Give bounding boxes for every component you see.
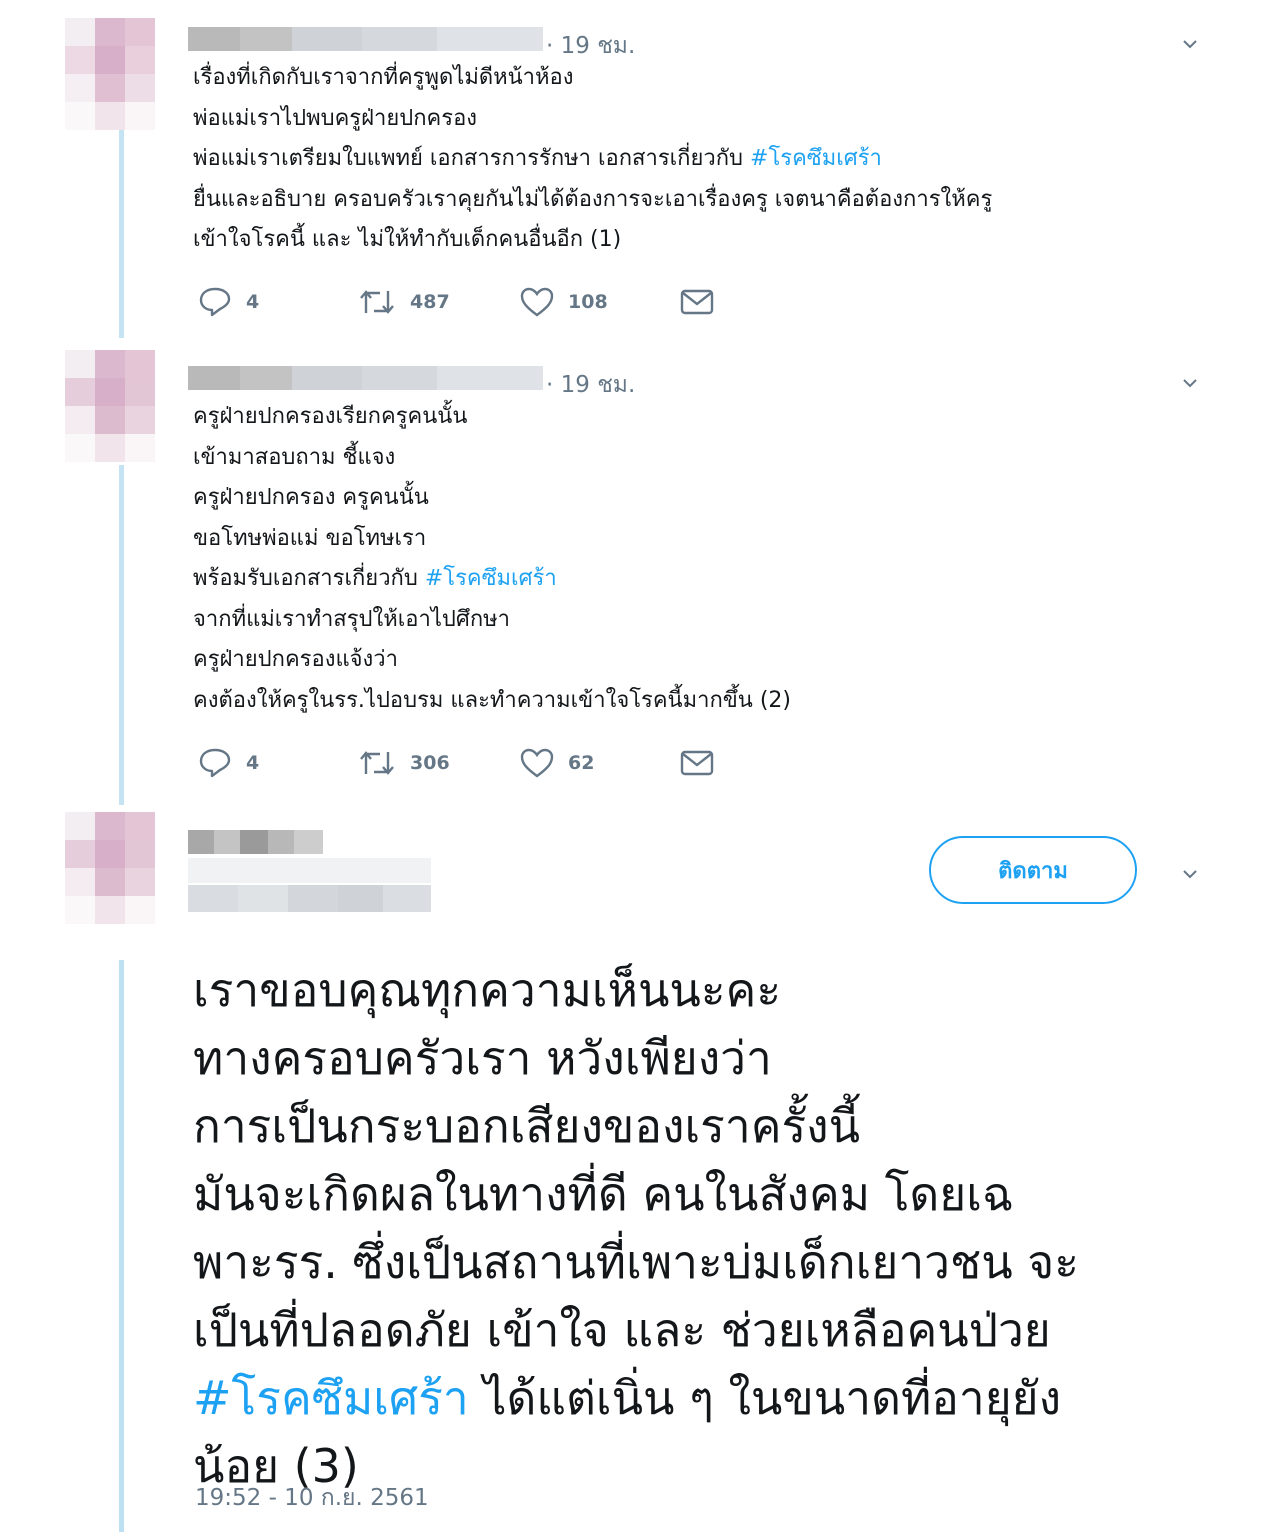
author-handle-blurred[interactable] [188,858,431,883]
retweet-button[interactable]: 306 [358,748,520,778]
hashtag-link[interactable]: #โรคซึมเศร้า [193,1371,469,1425]
thread-connector [119,128,124,338]
tweet-actions: 4 306 62 [198,747,714,779]
heart-icon [520,287,554,317]
tweet-text: ครูฝ่ายปกครองเรียกครูคนนั้น เข้ามาสอบถาม… [193,397,791,721]
reply-button[interactable]: 4 [198,747,358,779]
tweet-line: จากที่แม่เราทำสรุปให้เอาไปศึกษา [193,606,511,632]
avatar[interactable] [65,350,155,462]
like-button[interactable]: 108 [520,287,680,317]
like-button[interactable]: 62 [520,748,680,778]
chevron-down-icon[interactable] [1182,866,1198,882]
tweet-line: ขอโทษพ่อแม่ ขอโทษเรา [193,525,427,551]
chevron-down-icon[interactable] [1182,375,1198,391]
reply-count: 4 [246,291,260,313]
tweet-line: พร้อมรับเอกสารเกี่ยวกับ #โรคซึมเศร้า [193,566,557,591]
tweet-line: ทางครอบครัวเรา หวังเพียงว่า [193,1031,772,1085]
heart-icon [520,748,554,778]
tweet-line: เราขอบคุณทุกความเห็นนะคะ [193,963,782,1017]
hashtag-link[interactable]: #โรคซึมเศร้า [750,146,882,171]
reply-count: 4 [246,752,260,774]
retweet-icon [360,751,394,775]
tweet-line: พ่อแม่เราไปพบครูฝ่ายปกครอง [193,105,478,131]
tweet-line: เป็นที่ปลอดภัย เข้าใจ และ ช่วยเหลือคนป่ว… [193,1303,1051,1357]
tweet-line: ครูฝ่ายปกครองเรียกครูคนนั้น [193,404,468,429]
avatar[interactable] [65,812,155,924]
thread-connector [119,960,124,1532]
tweet-line: ครูฝ่ายปกครองแจ้งว่า [193,647,398,672]
direct-message-button[interactable] [680,288,714,316]
reply-button[interactable]: 4 [198,286,358,318]
author-name-blurred[interactable] [188,27,543,51]
tweet-line: ครูฝ่ายปกครอง ครูคนนั้น [193,485,429,510]
author-handle-blurred[interactable] [188,885,431,912]
chevron-down-icon[interactable] [1182,36,1198,52]
retweet-icon [360,290,394,314]
envelope-icon [680,289,714,315]
retweet-button[interactable]: 487 [358,287,520,317]
reply-icon [199,287,231,317]
tweet-line: เรื่องที่เกิดกับเราจากที่ครูพูดไม่ดีหน้า… [193,65,574,90]
follow-button[interactable]: ติดตาม [929,836,1137,904]
like-count: 62 [568,752,595,774]
tweet-line: พ่อแม่เราเตรียมใบแพทย์ เอกสารการรักษา เอ… [193,146,882,171]
tweet-line: เข้าใจโรคนี้ และ ไม่ให้ทำกับเด็กคนอื่นอี… [193,227,622,252]
author-name-blurred[interactable] [188,830,323,854]
retweet-count: 306 [410,752,450,774]
tweet-line: พาะรร. ซึ่งเป็นสถานที่เพาะบ่มเด็กเยาวชน … [193,1235,1079,1289]
tweet-line: มันจะเกิดผลในทางที่ดี คนในสังคม โดยเฉ [193,1167,1014,1221]
tweet-line: คงต้องให้ครูในรร.ไปอบรม และทำความเข้าใจโ… [193,687,792,713]
envelope-icon [680,750,714,776]
tweet-timestamp[interactable]: 19:52 - 10 ก.ย. 2561 [195,1480,429,1516]
main-tweet-text: เราขอบคุณทุกความเห็นนะคะ ทางครอบครัวเรา … [193,956,1079,1500]
hashtag-link[interactable]: #โรคซึมเศร้า [425,566,557,591]
like-count: 108 [568,291,608,313]
tweet-actions: 4 487 108 [198,286,714,318]
retweet-count: 487 [410,291,450,313]
thread-connector [119,465,124,805]
tweet-line: ยื่นและอธิบาย ครอบครัวเราคุยกันไม่ได้ต้อ… [193,186,993,212]
tweet-text: เรื่องที่เกิดกับเราจากที่ครูพูดไม่ดีหน้า… [193,58,992,261]
tweet-line: #โรคซึมเศร้า ได้แต่เนิ่น ๆ ในขนาดที่อายุ… [193,1371,1062,1425]
tweet-line: เข้ามาสอบถาม ชี้แจง [193,444,396,470]
reply-icon [199,748,231,778]
author-name-blurred[interactable] [188,366,543,390]
avatar[interactable] [65,18,155,130]
tweet-line: การเป็นกระบอกเสียงของเราครั้งนี้ [193,1099,861,1153]
direct-message-button[interactable] [680,749,714,777]
